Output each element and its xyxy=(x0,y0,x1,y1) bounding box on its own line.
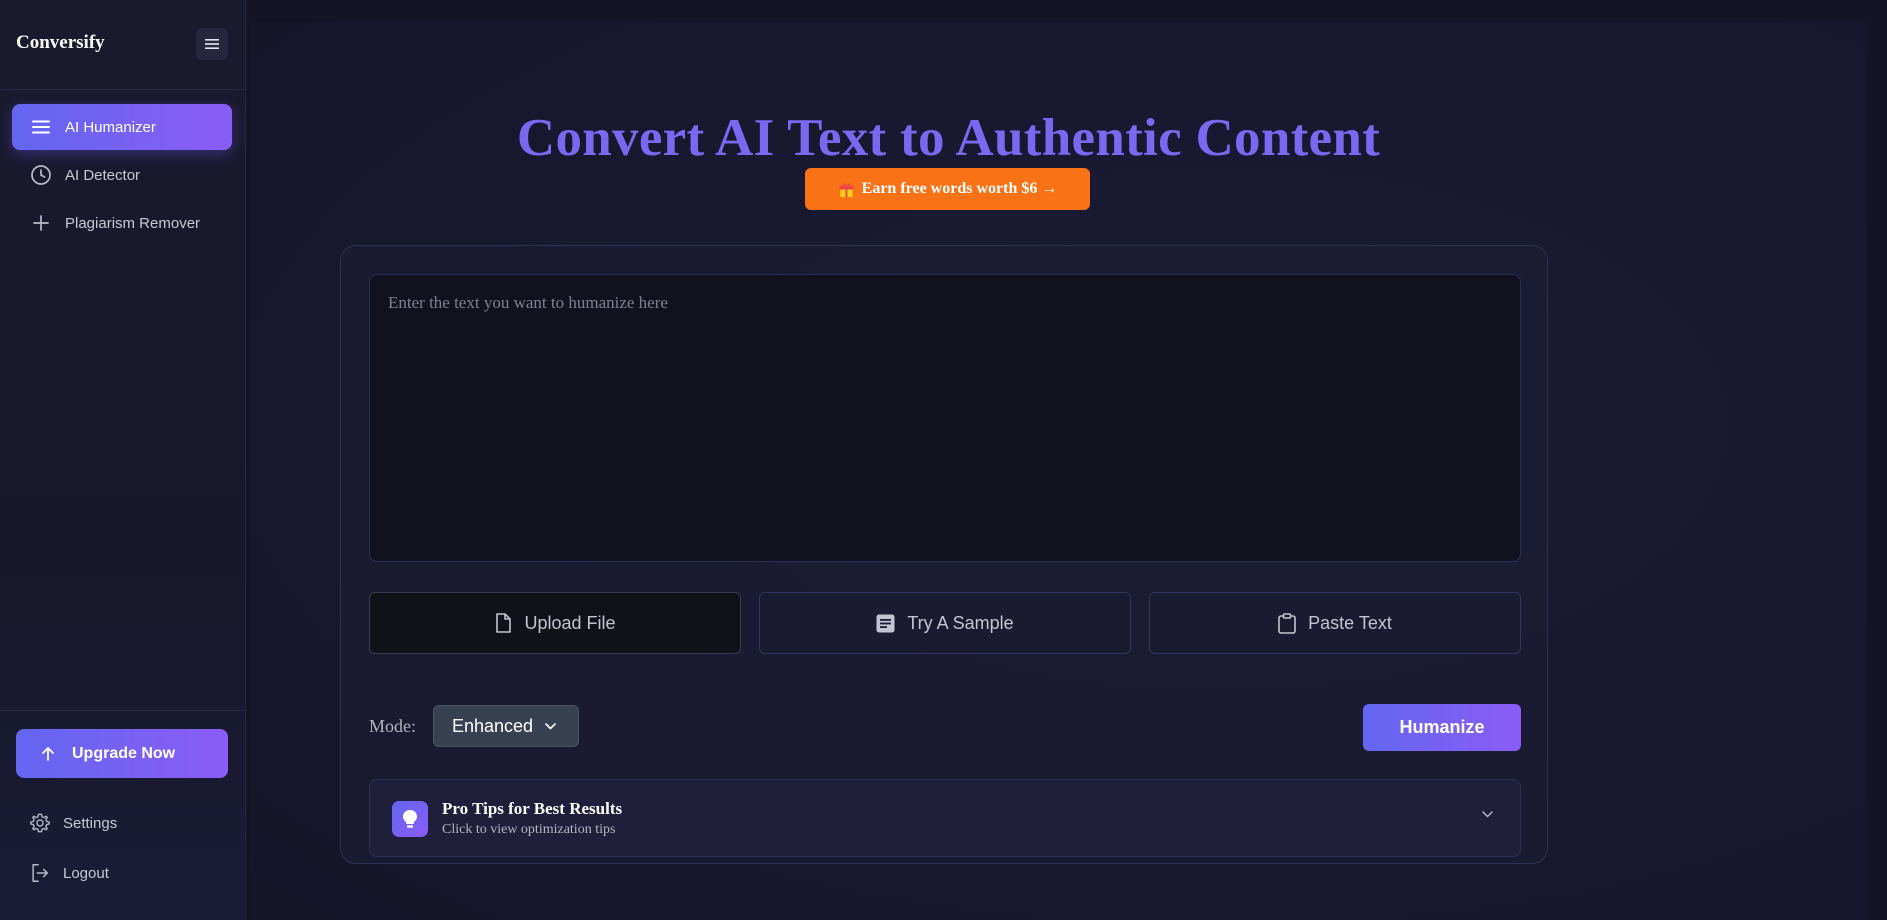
arrow-up-icon xyxy=(40,746,56,762)
earn-free-words-button[interactable]: Earn free words worth $6 → xyxy=(805,168,1090,210)
earn-free-words-label: Earn free words worth $6 → xyxy=(861,180,1058,197)
logout-label: Logout xyxy=(63,864,109,882)
clock-icon xyxy=(30,164,52,186)
lightbulb-icon xyxy=(392,801,428,837)
paste-text-button[interactable]: Paste Text xyxy=(1149,592,1521,654)
sidebar-item-ai-humanizer[interactable]: AI Humanizer xyxy=(12,104,232,150)
logout-icon xyxy=(28,861,52,885)
sidebar-item-label: AI Detector xyxy=(65,166,141,184)
sidebar-item-ai-detector[interactable]: AI Detector xyxy=(12,152,232,198)
sidebar-nav: AI Humanizer AI Detector Plagiarism Remo… xyxy=(12,104,232,248)
try-sample-label: Try A Sample xyxy=(907,612,1014,633)
settings-link[interactable]: Settings xyxy=(28,811,117,835)
sidebar-item-label: AI Humanizer xyxy=(65,118,156,136)
hamburger-icon xyxy=(205,39,219,49)
pro-tips-title: Pro Tips for Best Results xyxy=(442,799,623,818)
upload-file-button[interactable]: Upload File xyxy=(369,592,741,654)
logout-link[interactable]: Logout xyxy=(28,861,109,885)
file-icon xyxy=(494,613,512,633)
document-icon xyxy=(876,614,895,633)
gear-icon xyxy=(28,811,52,835)
mode-select[interactable]: Enhanced xyxy=(433,705,579,747)
humanize-button[interactable]: Humanize xyxy=(1363,704,1521,751)
chevron-down-icon xyxy=(1482,811,1493,818)
upload-file-label: Upload File xyxy=(524,612,616,633)
chevron-down-icon xyxy=(545,722,556,730)
mode-label: Mode: xyxy=(369,716,416,736)
sidebar-header: Conversify xyxy=(0,0,246,90)
menu-lines-icon xyxy=(30,116,52,138)
sidebar-item-label: Plagiarism Remover xyxy=(65,214,201,232)
paste-text-label: Paste Text xyxy=(1308,612,1392,633)
gift-icon xyxy=(838,181,855,198)
settings-label: Settings xyxy=(63,814,118,832)
humanize-text-input[interactable] xyxy=(369,274,1521,562)
brand-logo: Conversify xyxy=(16,32,105,53)
sidebar-item-plagiarism-remover[interactable]: Plagiarism Remover xyxy=(12,200,232,246)
mode-selected-value: Enhanced xyxy=(452,715,534,736)
pro-tips-subtitle: Click to view optimization tips xyxy=(442,822,616,837)
clipboard-icon xyxy=(1278,612,1296,634)
main-content: Convert AI Text to Authentic Content Ear… xyxy=(246,0,1887,920)
sidebar-toggle-button[interactable] xyxy=(196,28,228,60)
sidebar: Conversify AI Humanizer AI Detector Plag… xyxy=(0,0,246,920)
page-title: Convert AI Text to Authentic Content xyxy=(516,109,1381,167)
pro-tips-accordion[interactable]: Pro Tips for Best Results Click to view … xyxy=(369,779,1521,857)
plus-icon xyxy=(30,212,52,234)
upgrade-now-button[interactable]: Upgrade Now xyxy=(16,729,228,778)
sidebar-footer: Upgrade Now Settings Logout xyxy=(0,710,246,882)
main-panel: Convert AI Text to Authentic Content Ear… xyxy=(250,22,1866,920)
try-sample-button[interactable]: Try A Sample xyxy=(759,592,1131,654)
humanizer-card: Upload File Try A Sample xyxy=(340,245,1548,864)
upgrade-now-label: Upgrade Now xyxy=(72,744,176,762)
